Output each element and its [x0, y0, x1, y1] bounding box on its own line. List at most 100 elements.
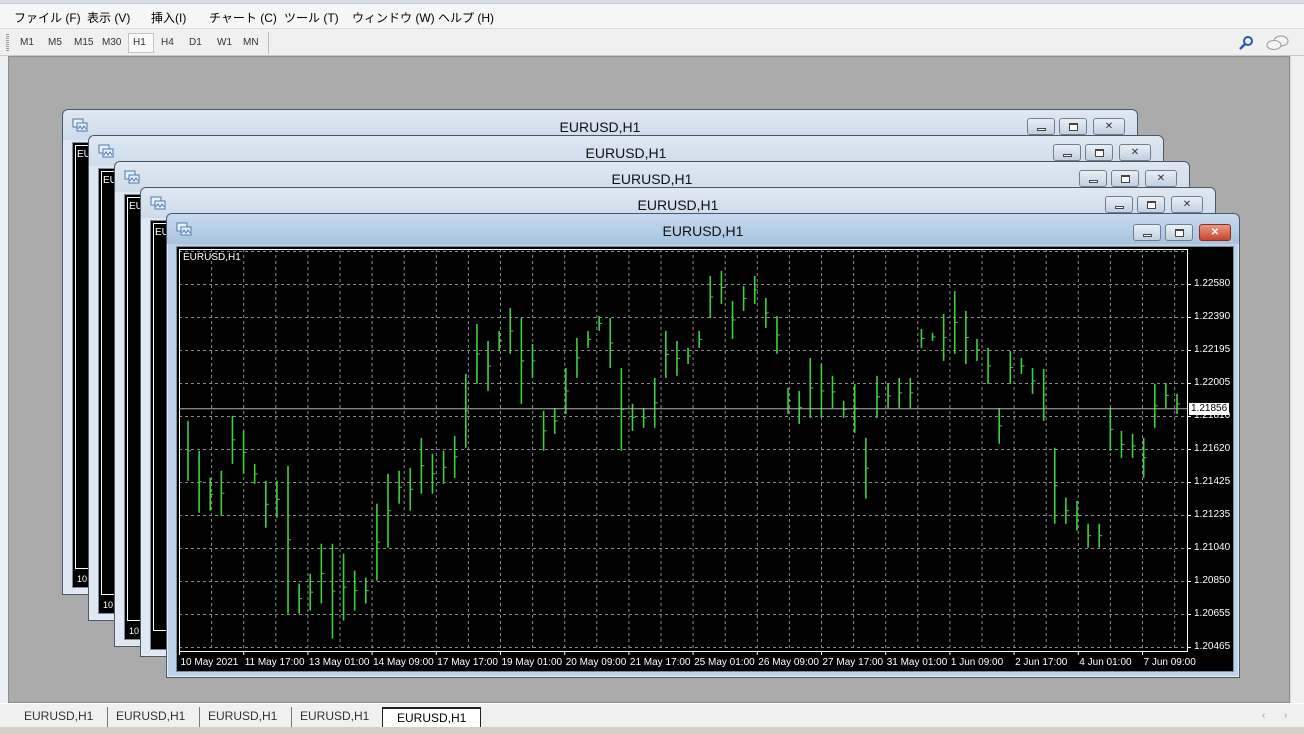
menu-file[interactable]: ファイル (F) — [14, 9, 81, 26]
maximize-icon — [1095, 149, 1104, 157]
active-chart-window[interactable]: EURUSD,H1 ✕ EURUSD,H1 10 May 2021 11 May … — [166, 213, 1240, 678]
search-icon[interactable] — [1238, 35, 1254, 51]
maximize-icon — [1069, 123, 1078, 131]
window-title: EURUSD,H1 — [585, 145, 667, 161]
menu-insert[interactable]: 挿入(I) — [151, 9, 186, 26]
price-chart[interactable]: EURUSD,H1 10 May 2021 11 May 17:00 13 May … — [176, 246, 1234, 672]
time-axis-label: 4 Jun 01:00 — [1079, 657, 1132, 668]
price-axis-label: 1.21620 — [1194, 443, 1231, 454]
maximize-icon — [1175, 229, 1184, 237]
price-axis-label: 1.21040 — [1194, 542, 1231, 553]
close-icon: ✕ — [1130, 147, 1140, 158]
minimize-icon — [1143, 234, 1152, 237]
close-button[interactable]: ✕ — [1145, 170, 1177, 187]
window-title: EURUSD,H1 — [637, 197, 719, 213]
close-icon: ✕ — [1210, 227, 1220, 238]
timeframe-toolbar: M1 M5 M15 M30 H1 H4 D1 W1 MN — [0, 28, 1304, 56]
menu-help[interactable]: ヘルプ (H) — [438, 9, 494, 26]
time-axis-label: 26 May 09:00 — [758, 657, 819, 668]
timeframe-w1-button[interactable]: W1 — [213, 33, 236, 53]
close-icon: ✕ — [1104, 121, 1114, 132]
close-button[interactable]: ✕ — [1199, 224, 1231, 241]
menu-bar: ファイル (F) 表示 (V) 挿入(I) チャート (C) ツール (T) ウ… — [0, 4, 1304, 28]
maximize-icon — [1121, 175, 1130, 183]
price-axis-label: 1.22390 — [1194, 311, 1231, 322]
time-axis-label: 14 May 09:00 — [373, 657, 434, 668]
time-axis-label: 10 — [103, 600, 114, 610]
maximize-button[interactable] — [1085, 144, 1113, 161]
timeframe-d1-button[interactable]: D1 — [185, 33, 206, 53]
minimize-icon — [1115, 206, 1124, 209]
price-axis-label: 1.20850 — [1194, 575, 1231, 586]
maximize-button[interactable] — [1059, 118, 1087, 135]
timeframe-mn-button[interactable]: MN — [239, 33, 263, 53]
price-chart-canvas[interactable] — [177, 247, 1233, 671]
price-axis-label: 1.21425 — [1194, 476, 1231, 487]
window-title: EURUSD,H1 — [611, 171, 693, 187]
timeframe-h1-button[interactable]: H1 — [128, 33, 154, 53]
time-axis-label: 20 May 09:00 — [565, 657, 627, 668]
price-axis-label: 1.22580 — [1194, 278, 1231, 289]
tab-scroll-right-icon[interactable]: › — [1284, 710, 1287, 721]
window-titlebar[interactable]: EURUSD,H1 ✕ — [167, 214, 1239, 244]
time-axis-label: 17 May 17:00 — [437, 657, 498, 668]
close-button[interactable]: ✕ — [1093, 118, 1125, 135]
close-button[interactable]: ✕ — [1119, 144, 1151, 161]
menu-view[interactable]: 表示 (V) — [87, 9, 130, 26]
time-axis-label: 31 May 01:00 — [886, 657, 948, 668]
menu-chart[interactable]: チャート (C) — [209, 9, 277, 26]
minimize-button[interactable] — [1105, 196, 1133, 213]
toolbar-gripper[interactable] — [6, 34, 9, 52]
maximize-icon — [1147, 201, 1156, 209]
price-axis-label: 1.22005 — [1194, 377, 1231, 388]
minimize-icon — [1089, 180, 1098, 183]
close-button[interactable]: ✕ — [1171, 196, 1203, 213]
close-icon: ✕ — [1182, 199, 1192, 210]
price-axis-label: 1.20655 — [1194, 608, 1231, 619]
chart-tab[interactable]: EURUSD,H1 — [10, 707, 109, 727]
timeframe-m1-button[interactable]: M1 — [16, 33, 38, 53]
minimize-button[interactable] — [1133, 224, 1161, 241]
minimize-button[interactable] — [1079, 170, 1107, 187]
time-axis-label: 13 May 01:00 — [308, 657, 370, 668]
price-axis-label: 1.21235 — [1194, 509, 1231, 520]
window-title: EURUSD,H1 — [662, 223, 744, 239]
maximize-button[interactable] — [1137, 196, 1165, 213]
time-axis-label: 21 May 17:00 — [629, 657, 691, 668]
chart-symbol-label: EURUSD,H1 — [183, 252, 241, 263]
minimize-button[interactable] — [1053, 144, 1081, 161]
chat-icon[interactable] — [1266, 35, 1290, 51]
close-icon: ✕ — [1156, 173, 1166, 184]
maximize-button[interactable] — [1111, 170, 1139, 187]
maximize-button[interactable] — [1165, 224, 1193, 241]
chart-tab[interactable]: EURUSD,H1 — [194, 707, 293, 727]
plot-frame — [179, 249, 1188, 652]
toolbar-separator — [268, 32, 269, 54]
time-axis-label: 7 Jun 09:00 — [1143, 657, 1196, 668]
time-axis-label: 10 May 2021 — [180, 657, 239, 668]
chart-tab[interactable]: EURUSD,H1 — [102, 707, 201, 727]
tab-scroll-left-icon[interactable]: ‹ — [1262, 710, 1265, 721]
time-axis-label: 10 — [129, 626, 140, 636]
minimize-icon — [1037, 128, 1046, 131]
left-border — [0, 56, 8, 703]
time-axis-label: 1 Jun 09:00 — [950, 657, 1004, 668]
minimize-icon — [1063, 154, 1072, 157]
time-axis-label: 27 May 17:00 — [822, 657, 884, 668]
minimize-button[interactable] — [1027, 118, 1055, 135]
current-price-label: 1.21856 — [1189, 402, 1230, 415]
menu-tools[interactable]: ツール (T) — [284, 9, 339, 26]
timeframe-h4-button[interactable]: H4 — [157, 33, 178, 53]
chart-tab-active[interactable]: EURUSD,H1 — [382, 707, 482, 727]
time-axis-label: 11 May 17:00 — [244, 657, 305, 668]
timeframe-m15-button[interactable]: M15 — [70, 33, 97, 53]
price-axis-label: 1.22195 — [1194, 344, 1231, 355]
time-axis-label: 10 — [77, 574, 88, 584]
time-axis-label: 19 May 01:00 — [501, 657, 563, 668]
chart-tab[interactable]: EURUSD,H1 — [286, 707, 383, 727]
time-axis-label: 25 May 01:00 — [694, 657, 755, 668]
right-panel-edge — [1290, 56, 1304, 703]
menu-window[interactable]: ウィンドウ (W) — [352, 9, 435, 26]
timeframe-m30-button[interactable]: M30 — [98, 33, 125, 53]
timeframe-m5-button[interactable]: M5 — [44, 33, 66, 53]
